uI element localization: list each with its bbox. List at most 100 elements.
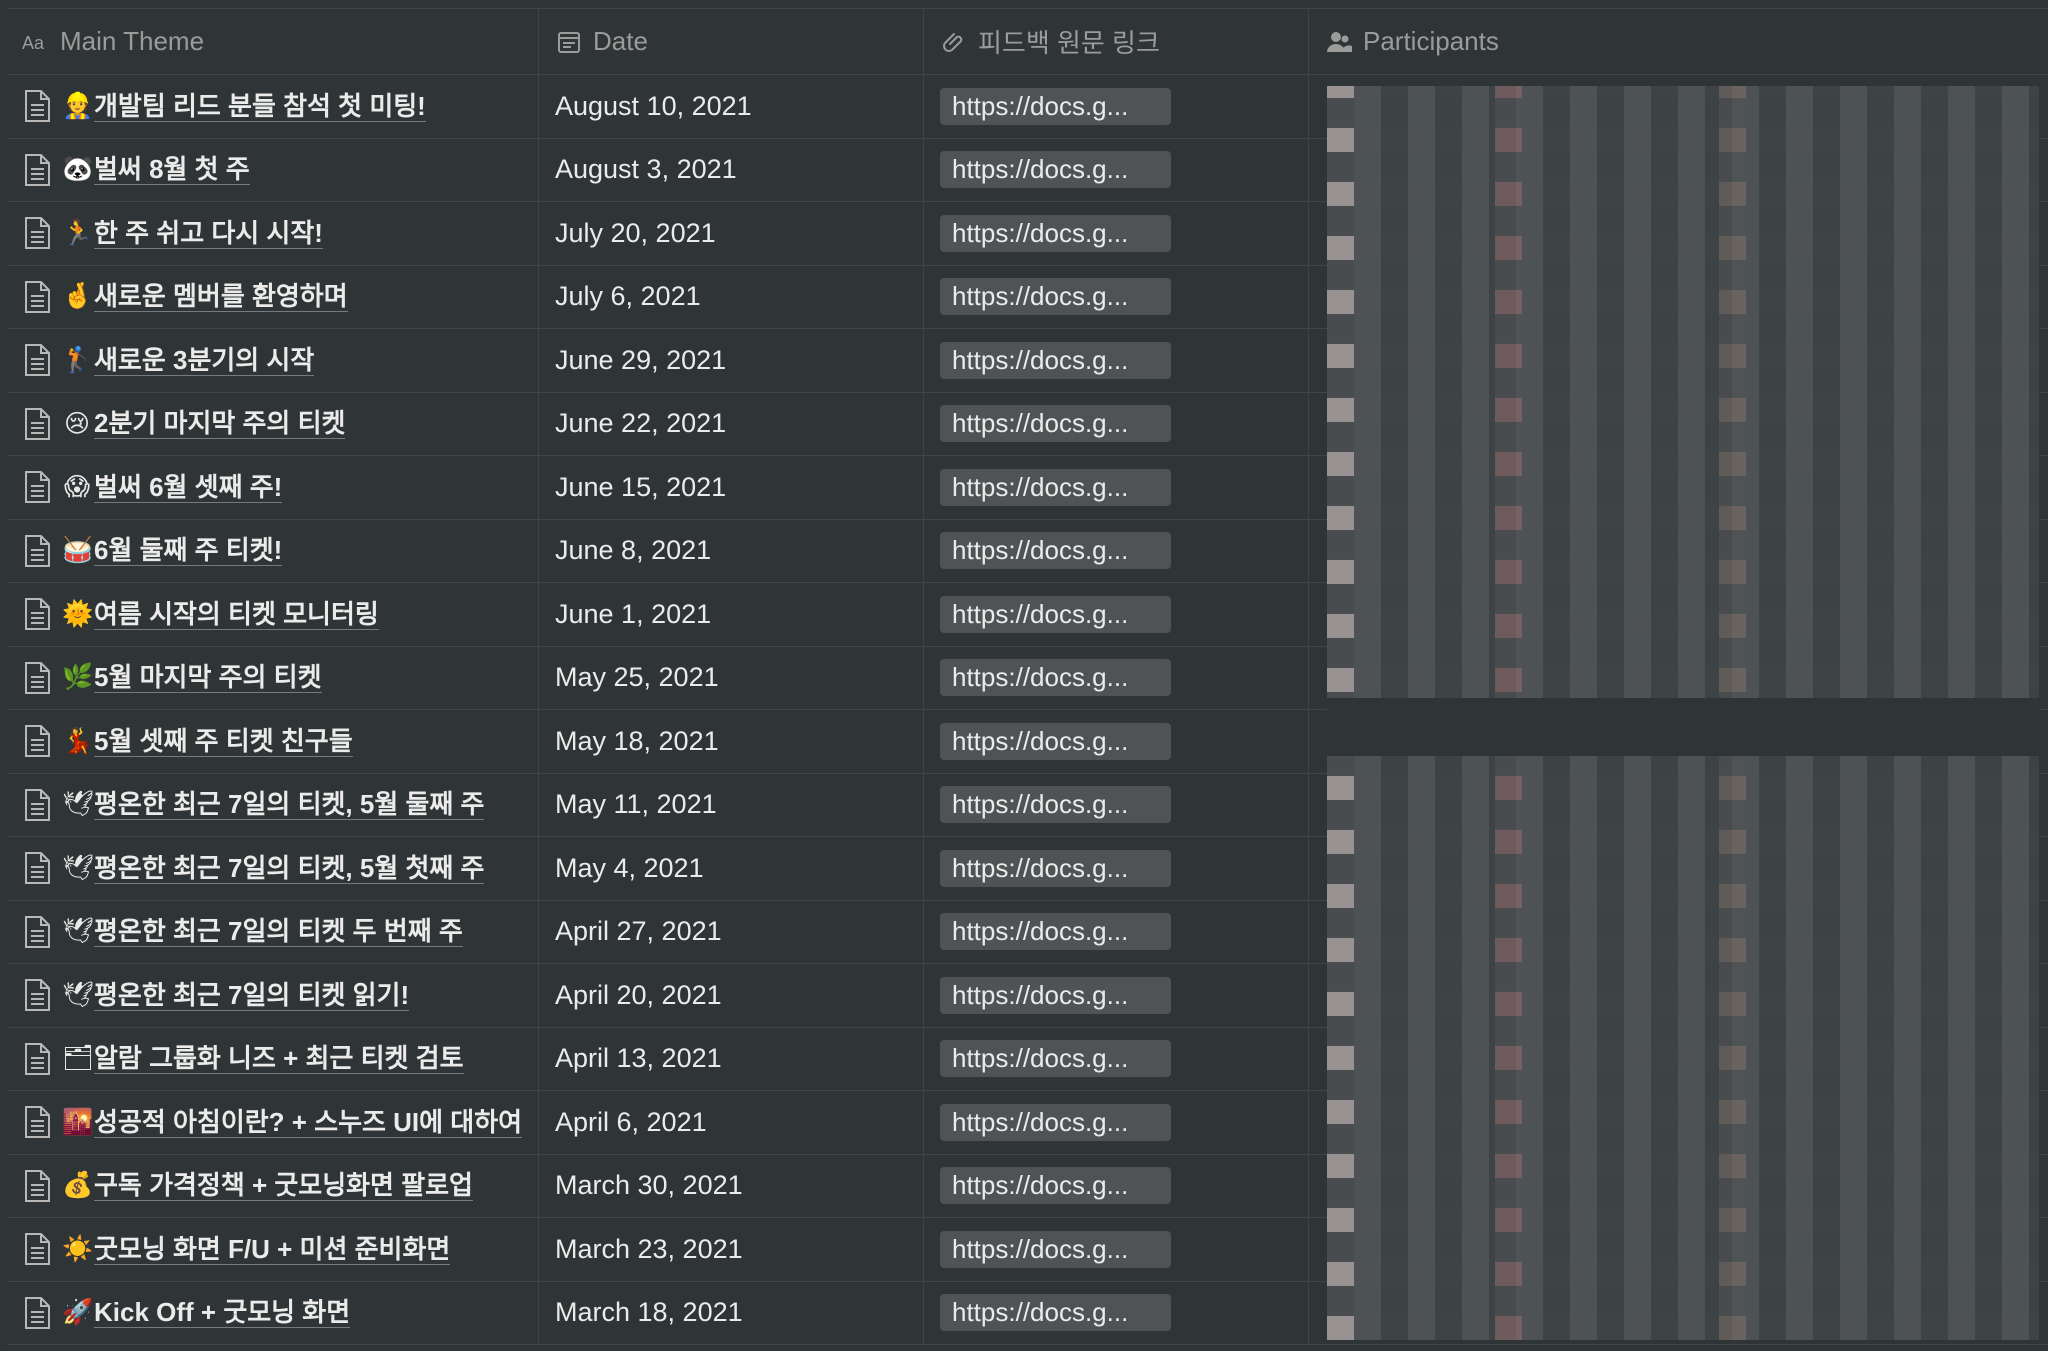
feedback-link[interactable]: https://docs.g... [940, 595, 1171, 633]
page-title-link[interactable]: 5월 셋째 주 티켓 친구들 [94, 726, 353, 757]
main-theme-cell[interactable]: 🐼 벌써 8월 첫 주 [8, 138, 539, 201]
page-title-link[interactable]: Kick Off + 굿모닝 화면 [94, 1297, 351, 1329]
page-title-link[interactable]: 평온한 최근 7일의 티켓, 5월 첫째 주 [94, 853, 485, 884]
feedback-link-cell[interactable]: https://docs.g... [924, 1027, 1309, 1090]
date-cell[interactable]: March 30, 2021 [539, 1154, 924, 1217]
feedback-link-cell[interactable]: https://docs.g... [924, 138, 1309, 201]
feedback-link-cell[interactable]: https://docs.g... [924, 964, 1309, 1027]
page-title-link[interactable]: 여름 시작의 티켓 모니터링 [94, 599, 379, 630]
feedback-link[interactable]: https://docs.g... [940, 278, 1171, 316]
page-title-link[interactable]: 구독 가격정책 + 굿모닝화면 팔로업 [94, 1170, 473, 1202]
feedback-link[interactable]: https://docs.g... [940, 849, 1171, 887]
header-feedback-link[interactable]: 피드백 원문 링크 [924, 9, 1309, 74]
feedback-link-cell[interactable]: https://docs.g... [924, 1281, 1309, 1344]
date-cell[interactable]: June 29, 2021 [539, 329, 924, 392]
page-title-link[interactable]: 새로운 3분기의 시작 [94, 345, 315, 376]
page-title-link[interactable]: 벌써 8월 첫 주 [94, 154, 250, 186]
feedback-link-cell[interactable]: https://docs.g... [924, 202, 1309, 265]
feedback-link-cell[interactable]: https://docs.g... [924, 583, 1309, 646]
feedback-link[interactable]: https://docs.g... [940, 468, 1171, 506]
feedback-link[interactable]: https://docs.g... [940, 659, 1171, 697]
feedback-link-cell[interactable]: https://docs.g... [924, 710, 1309, 773]
date-cell[interactable]: May 11, 2021 [539, 773, 924, 836]
main-theme-cell[interactable]: 🕊 평온한 최근 7일의 티켓, 5월 첫째 주 [8, 837, 539, 900]
date-cell[interactable]: April 27, 2021 [539, 900, 924, 963]
feedback-link[interactable]: https://docs.g... [940, 913, 1171, 951]
main-theme-cell[interactable]: 🗂 알람 그룹화 니즈 + 최근 티켓 검토 [8, 1027, 539, 1090]
feedback-link[interactable]: https://docs.g... [940, 214, 1171, 252]
page-title-link[interactable]: 5월 마지막 주의 티켓 [94, 662, 322, 694]
page-title-link[interactable]: 2분기 마지막 주의 티켓 [94, 408, 346, 440]
date-cell[interactable]: May 4, 2021 [539, 837, 924, 900]
feedback-link[interactable]: https://docs.g... [940, 405, 1171, 443]
feedback-link-cell[interactable]: https://docs.g... [924, 1154, 1309, 1217]
main-theme-cell[interactable]: 💰 구독 가격정책 + 굿모닝화면 팔로업 [8, 1154, 539, 1217]
feedback-link-cell[interactable]: https://docs.g... [924, 900, 1309, 963]
main-theme-cell[interactable]: 🚀 Kick Off + 굿모닝 화면 [8, 1281, 539, 1344]
page-title-link[interactable]: 알람 그룹화 니즈 + 최근 티켓 검토 [94, 1043, 464, 1075]
main-theme-cell[interactable]: 🌿 5월 마지막 주의 티켓 [8, 646, 539, 709]
main-theme-cell[interactable]: 💃 5월 셋째 주 티켓 친구들 [8, 710, 539, 773]
main-theme-cell[interactable]: 🌇 성공적 아침이란? + 스누즈 UI에 대하여 [8, 1091, 539, 1154]
feedback-link[interactable]: https://docs.g... [940, 1230, 1171, 1268]
date-cell[interactable]: March 23, 2021 [539, 1218, 924, 1281]
date-cell[interactable]: May 18, 2021 [539, 710, 924, 773]
date-cell[interactable]: April 6, 2021 [539, 1091, 924, 1154]
feedback-link-cell[interactable]: https://docs.g... [924, 837, 1309, 900]
feedback-link-cell[interactable]: https://docs.g... [924, 456, 1309, 519]
page-title-link[interactable]: 평온한 최근 7일의 티켓 두 번째 주 [94, 916, 463, 948]
feedback-link[interactable]: https://docs.g... [940, 1103, 1171, 1141]
feedback-link[interactable]: https://docs.g... [940, 87, 1171, 125]
main-theme-cell[interactable]: 🤞 새로운 멤버를 환영하며 [8, 265, 539, 328]
main-theme-cell[interactable]: 🥁 6월 둘째 주 티켓! [8, 519, 539, 582]
date-cell[interactable]: August 3, 2021 [539, 138, 924, 201]
page-title-link[interactable]: 새로운 멤버를 환영하며 [94, 281, 348, 313]
main-theme-cell[interactable]: 😢 2분기 마지막 주의 티켓 [8, 392, 539, 455]
date-cell[interactable]: July 6, 2021 [539, 265, 924, 328]
feedback-link-cell[interactable]: https://docs.g... [924, 265, 1309, 328]
page-title-link[interactable]: 평온한 최근 7일의 티켓 읽기! [94, 980, 410, 1011]
main-theme-cell[interactable]: 🕊 평온한 최근 7일의 티켓, 5월 둘째 주 [8, 773, 539, 836]
date-cell[interactable]: June 8, 2021 [539, 519, 924, 582]
feedback-link[interactable]: https://docs.g... [940, 722, 1171, 760]
page-title-link[interactable]: 성공적 아침이란? + 스누즈 UI에 대하여 [94, 1107, 523, 1138]
date-cell[interactable]: April 13, 2021 [539, 1027, 924, 1090]
main-theme-cell[interactable]: 🏃 한 주 쉬고 다시 시작! [8, 202, 539, 265]
page-title-link[interactable]: 6월 둘째 주 티켓! [94, 535, 283, 567]
page-title-link[interactable]: 한 주 쉬고 다시 시작! [94, 218, 323, 249]
feedback-link[interactable]: https://docs.g... [940, 976, 1171, 1014]
page-title-link[interactable]: 굿모닝 화면 F/U + 미션 준비화면 [94, 1234, 451, 1265]
date-cell[interactable]: May 25, 2021 [539, 646, 924, 709]
feedback-link-cell[interactable]: https://docs.g... [924, 646, 1309, 709]
feedback-link[interactable]: https://docs.g... [940, 341, 1171, 379]
feedback-link-cell[interactable]: https://docs.g... [924, 1218, 1309, 1281]
date-cell[interactable]: June 1, 2021 [539, 583, 924, 646]
feedback-link-cell[interactable]: https://docs.g... [924, 1091, 1309, 1154]
feedback-link[interactable]: https://docs.g... [940, 532, 1171, 570]
date-cell[interactable]: April 20, 2021 [539, 964, 924, 1027]
date-cell[interactable]: March 18, 2021 [539, 1281, 924, 1344]
date-cell[interactable]: July 20, 2021 [539, 202, 924, 265]
feedback-link[interactable]: https://docs.g... [940, 1040, 1171, 1078]
feedback-link-cell[interactable]: https://docs.g... [924, 519, 1309, 582]
feedback-link[interactable]: https://docs.g... [940, 151, 1171, 189]
main-theme-cell[interactable]: ☀️ 굿모닝 화면 F/U + 미션 준비화면 [8, 1218, 539, 1281]
main-theme-cell[interactable]: 😱 벌써 6월 셋째 주! [8, 456, 539, 519]
date-cell[interactable]: August 10, 2021 [539, 75, 924, 138]
main-theme-cell[interactable]: 🌞 여름 시작의 티켓 모니터링 [8, 583, 539, 646]
page-title-link[interactable]: 벌써 6월 셋째 주! [94, 472, 283, 503]
feedback-link[interactable]: https://docs.g... [940, 1294, 1171, 1332]
header-date[interactable]: Date [539, 9, 924, 74]
feedback-link-cell[interactable]: https://docs.g... [924, 329, 1309, 392]
feedback-link[interactable]: https://docs.g... [940, 786, 1171, 824]
main-theme-cell[interactable]: 👷 개발팀 리드 분들 참석 첫 미팅! [8, 75, 539, 138]
feedback-link-cell[interactable]: https://docs.g... [924, 392, 1309, 455]
main-theme-cell[interactable]: 🕊 평온한 최근 7일의 티켓 읽기! [8, 964, 539, 1027]
header-main-theme[interactable]: Aa Main Theme [8, 9, 539, 74]
page-title-link[interactable]: 개발팀 리드 분들 참석 첫 미팅! [94, 91, 426, 122]
header-participants[interactable]: Participants [1309, 9, 2048, 74]
main-theme-cell[interactable]: 🏌 새로운 3분기의 시작 [8, 329, 539, 392]
feedback-link-cell[interactable]: https://docs.g... [924, 75, 1309, 138]
main-theme-cell[interactable]: 🕊 평온한 최근 7일의 티켓 두 번째 주 [8, 900, 539, 963]
date-cell[interactable]: June 15, 2021 [539, 456, 924, 519]
